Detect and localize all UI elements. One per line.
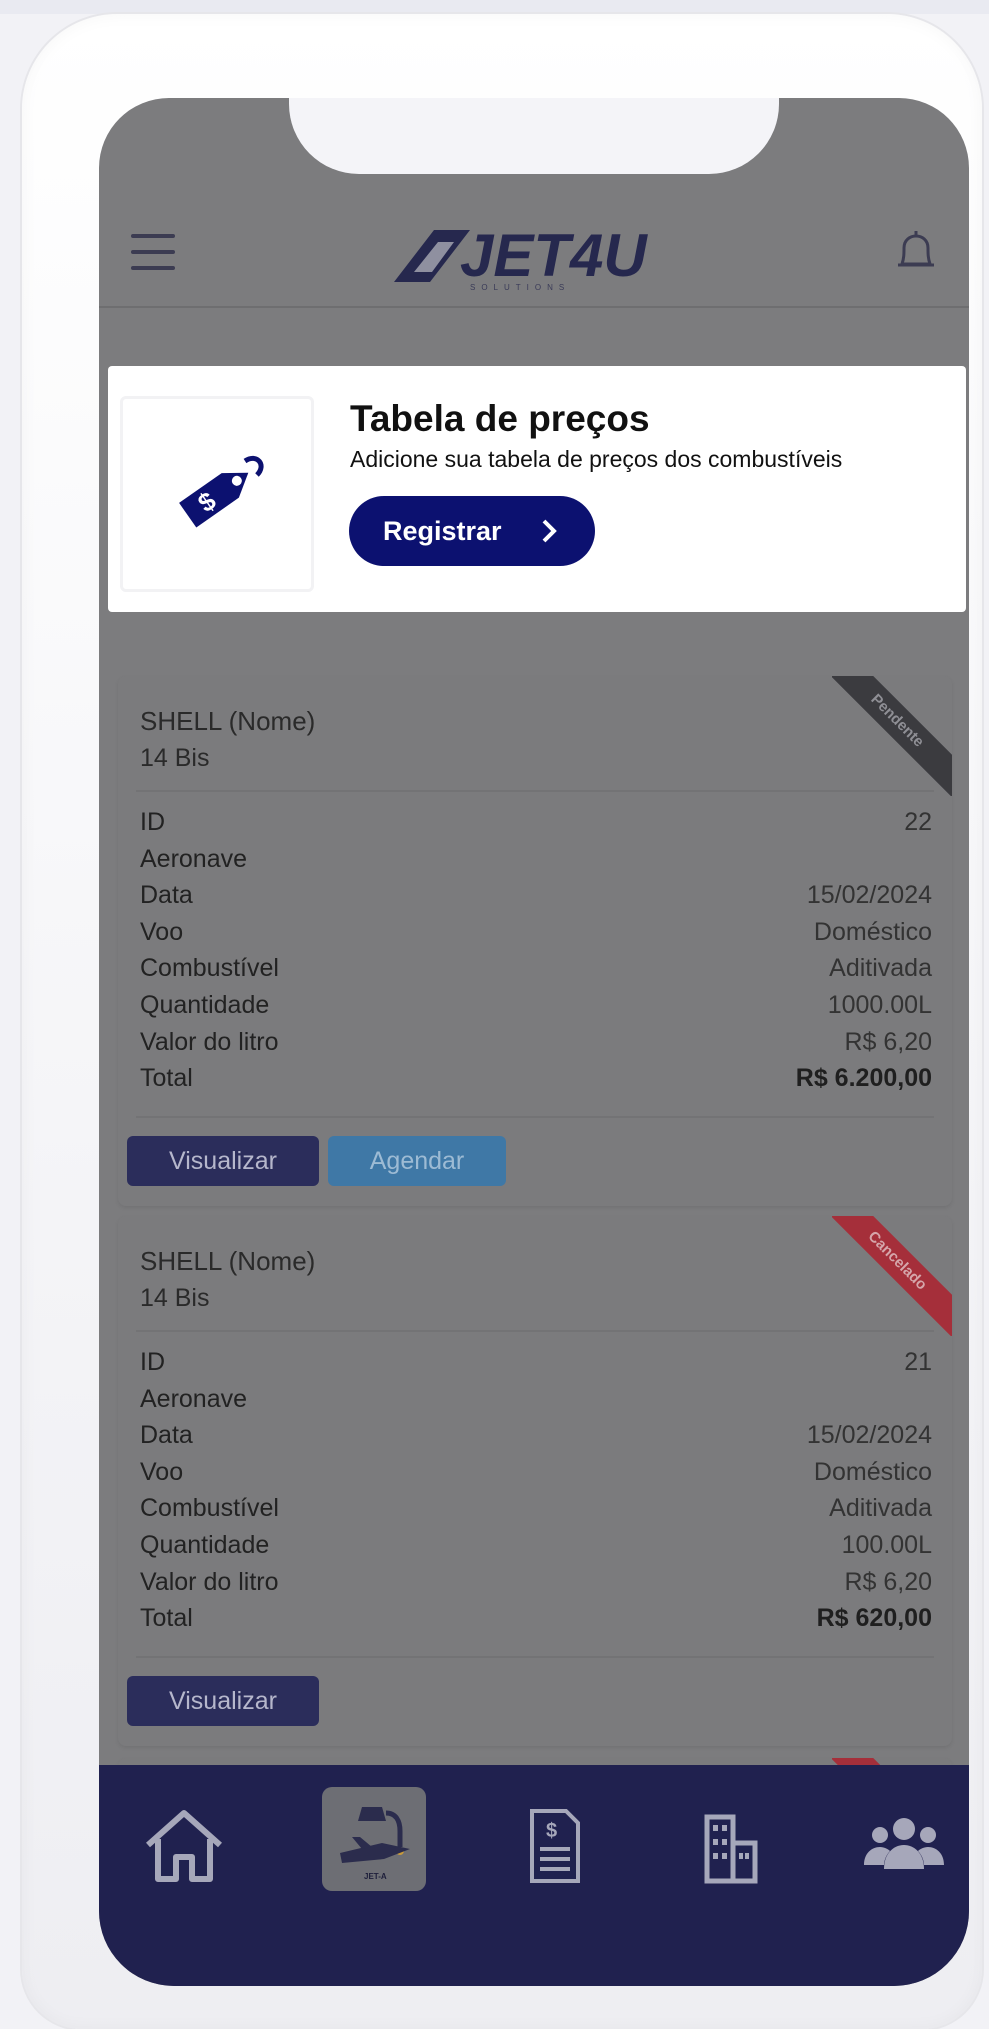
detail-label: Valor do litro <box>140 1567 279 1596</box>
svg-text:$: $ <box>546 1820 557 1842</box>
bell-icon[interactable] <box>894 228 938 276</box>
supplier-name: SHELL (Nome) <box>140 1246 316 1276</box>
phone-notch <box>289 98 779 174</box>
detail-label: Voo <box>140 1457 184 1486</box>
detail-value: 100.00L <box>841 1530 932 1559</box>
detail-value: Aditivada <box>829 1494 932 1523</box>
detail-label: Voo <box>140 917 184 946</box>
app-screen: JET4U SOLUTIONS $ Tabela de preços Adici… <box>99 98 969 1986</box>
order-details: ID 22 Aeronave Data 15/02/2024 Voo Doméstic… <box>140 808 932 1101</box>
detail-label: ID <box>140 808 165 836</box>
detail-label: Data <box>140 881 193 910</box>
status-ribbon: Pendente <box>832 676 952 796</box>
divider <box>136 1116 934 1118</box>
detail-row-flight: Voo Doméstico <box>140 918 932 955</box>
home-icon[interactable] <box>134 1795 234 1895</box>
detail-row-quantity: Quantidade 1000.00L <box>140 991 932 1028</box>
app-header: JET4U SOLUTIONS <box>99 208 969 308</box>
backdrop <box>0 0 989 14</box>
detail-row-price: Valor do litro R$ 6,20 <box>140 1028 932 1065</box>
detail-row-date: Data 15/02/2024 <box>140 1421 932 1458</box>
order-details: ID 21 Aeronave Data 15/02/2024 Voo Doméstic… <box>140 1348 932 1641</box>
users-icon[interactable] <box>854 1795 954 1895</box>
detail-label: Aeronave <box>140 1384 248 1413</box>
register-button-label: Registrar <box>383 515 502 546</box>
detail-value: 22 <box>904 808 932 836</box>
register-button[interactable]: Registrar <box>349 496 595 566</box>
divider <box>136 1330 934 1332</box>
banner-title: Tabela de preços <box>350 398 650 439</box>
order-card: Pendente SHELL (Nome) 14 Bis ID 22 Aerona… <box>118 676 952 1206</box>
schedule-button[interactable]: Agendar <box>328 1136 506 1186</box>
detail-row-total: Total R$ 6.200,00 <box>140 1064 932 1101</box>
detail-label: Quantidade <box>140 1530 270 1559</box>
detail-value: R$ 6,20 <box>844 1567 932 1596</box>
detail-value: Aditivada <box>829 954 932 983</box>
fuel-badge: JET-A <box>364 1872 387 1881</box>
aircraft-model: 14 Bis <box>140 1284 210 1312</box>
banner-subtitle: Adicione sua tabela de preços dos combus… <box>350 446 843 472</box>
status-ribbon: Cancelado <box>832 1216 952 1336</box>
status-badge: Pendente <box>832 676 952 796</box>
detail-label: Combustível <box>140 954 279 983</box>
detail-value: 21 <box>904 1348 932 1376</box>
bottom-navigation: JET-A $ <box>99 1765 969 1986</box>
detail-row-aircraft: Aeronave <box>140 845 932 882</box>
aircraft-model: 14 Bis <box>140 744 210 772</box>
detail-row-quantity: Quantidade 100.00L <box>140 1531 932 1568</box>
view-button[interactable]: Visualizar <box>127 1136 319 1186</box>
hamburger-icon[interactable] <box>131 234 175 270</box>
phone-frame: JET4U SOLUTIONS $ Tabela de preços Adici… <box>22 14 982 2029</box>
fuel-pump-icon: JET-A <box>340 1807 410 1881</box>
detail-label: Total <box>140 1064 193 1093</box>
detail-label: Quantidade <box>140 990 270 1019</box>
detail-row-id: ID 21 <box>140 1348 932 1385</box>
detail-value: R$ 6.200,00 <box>795 1064 932 1093</box>
price-table-banner: $ Tabela de preços Adicione sua tabela d… <box>108 366 966 612</box>
detail-row-aircraft: Aeronave <box>140 1385 932 1422</box>
order-card: Cancelado SHELL (Nome) 14 Bis ID 21 Aeron… <box>118 1216 952 1746</box>
detail-row-price: Valor do litro R$ 6,20 <box>140 1568 932 1605</box>
brand-logo: JET4U SOLUTIONS <box>394 222 648 292</box>
banner-thumbnail: $ <box>120 396 314 592</box>
detail-row-fuel: Combustível Aditivada <box>140 1494 932 1531</box>
detail-value: Doméstico <box>813 1457 932 1486</box>
chevron-right-icon <box>542 519 557 543</box>
detail-row-id: ID 22 <box>140 808 932 845</box>
detail-row-fuel: Combustível Aditivada <box>140 954 932 991</box>
detail-label: Valor do litro <box>140 1027 279 1056</box>
detail-label: Total <box>140 1604 193 1633</box>
status-badge: Cancelado <box>832 1216 952 1336</box>
detail-value: 15/02/2024 <box>806 881 932 910</box>
supplier-name: SHELL (Nome) <box>140 706 316 736</box>
detail-value: R$ 620,00 <box>816 1604 932 1633</box>
detail-value: 15/02/2024 <box>806 1421 932 1450</box>
divider <box>136 790 934 792</box>
invoice-icon[interactable]: $ <box>504 1795 604 1895</box>
view-button[interactable]: Visualizar <box>127 1676 319 1726</box>
detail-value: Doméstico <box>813 917 932 946</box>
detail-value: 1000.00L <box>827 990 932 1019</box>
divider <box>136 1656 934 1658</box>
brand-name: JET4U <box>460 222 648 289</box>
detail-row-flight: Voo Doméstico <box>140 1458 932 1495</box>
detail-value: R$ 6,20 <box>844 1027 932 1056</box>
detail-row-total: Total R$ 620,00 <box>140 1604 932 1641</box>
brand-tagline: SOLUTIONS <box>470 283 570 292</box>
detail-label: Data <box>140 1421 193 1450</box>
fuel-pump-nav-button[interactable]: JET-A <box>322 1787 426 1891</box>
detail-label: ID <box>140 1348 165 1376</box>
detail-label: Aeronave <box>140 844 248 873</box>
detail-label: Combustível <box>140 1494 279 1523</box>
buildings-icon[interactable] <box>681 1795 781 1895</box>
detail-row-date: Data 15/02/2024 <box>140 881 932 918</box>
price-tag-icon: $ <box>179 455 264 528</box>
